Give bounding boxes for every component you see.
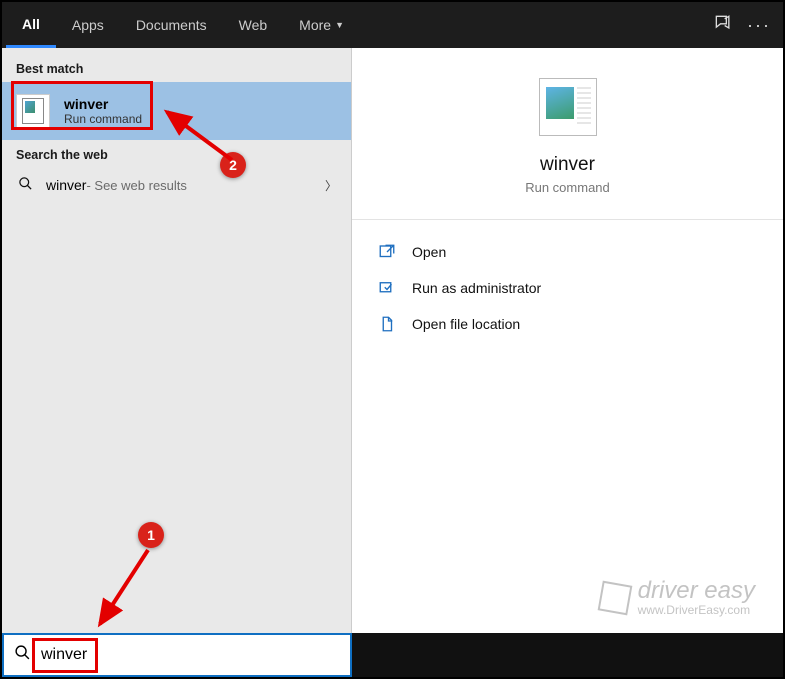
watermark-logo-icon [597,581,632,616]
action-open-label: Open [412,244,446,260]
watermark-line2: www.DriverEasy.com [638,603,755,617]
best-match-result[interactable]: winver Run command [2,82,351,140]
best-match-header: Best match [2,54,351,82]
chevron-down-icon: ▼ [335,20,344,30]
open-icon [378,243,396,261]
tab-more-label: More [299,17,331,33]
tab-more[interactable]: More ▼ [283,2,360,48]
action-open[interactable]: Open [378,234,757,270]
feedback-icon[interactable] [705,13,741,38]
tab-web[interactable]: Web [223,2,284,48]
search-filter-tabs: All Apps Documents Web More ▼ ··· [2,2,783,48]
annotation-callout-1: 1 [138,522,164,548]
admin-icon [378,279,396,297]
tab-documents[interactable]: Documents [120,2,223,48]
web-result-row[interactable]: winver - See web results 〉 [2,168,351,202]
search-icon [14,644,31,666]
tab-all[interactable]: All [6,2,56,48]
best-match-subtitle: Run command [64,112,142,126]
search-icon [16,176,34,194]
taskbar-remainder [352,633,783,677]
search-web-header: Search the web [2,140,351,168]
detail-subtitle: Run command [525,180,610,195]
result-detail-panel: winver Run command Open Run as administr… [352,48,783,633]
best-match-title: winver [64,96,142,112]
file-location-icon [378,315,396,333]
web-result-suffix: - See web results [86,178,186,193]
chevron-right-icon: 〉 [325,177,337,194]
annotation-callout-2: 2 [220,152,246,178]
search-input[interactable] [41,646,340,664]
action-open-location[interactable]: Open file location [378,306,757,342]
taskbar [2,633,783,677]
action-open-location-label: Open file location [412,316,520,332]
action-run-admin[interactable]: Run as administrator [378,270,757,306]
web-result-term: winver [46,177,86,193]
winver-large-icon [539,78,597,136]
more-options-icon[interactable]: ··· [741,15,777,36]
watermark-line1: driver easy [638,579,755,603]
detail-title: winver [540,154,595,176]
winver-app-icon [16,94,50,128]
watermark: driver easy www.DriverEasy.com [600,579,755,617]
tab-apps[interactable]: Apps [56,2,120,48]
search-results-panel: Best match winver Run command Search the… [2,48,352,633]
action-run-admin-label: Run as administrator [412,280,541,296]
search-box[interactable] [2,633,352,677]
